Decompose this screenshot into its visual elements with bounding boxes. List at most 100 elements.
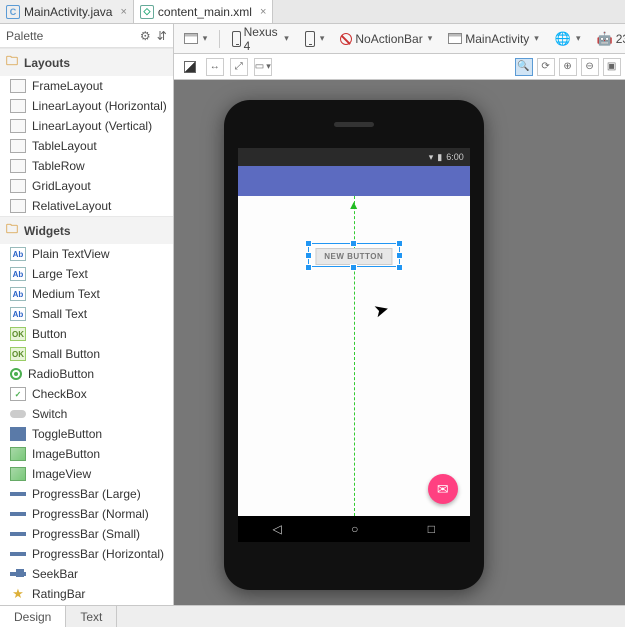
device-dropdown[interactable]: Nexus 4 [228, 24, 293, 55]
bar-icon [10, 492, 26, 496]
back-icon[interactable]: ◁ [272, 522, 281, 536]
palette-item[interactable]: ImageView [0, 464, 173, 484]
palette-item[interactable]: AbMedium Text [0, 284, 173, 304]
zoom-out-button[interactable]: ⊖ [581, 58, 599, 76]
palette-item[interactable]: AbSmall Text [0, 304, 173, 324]
palette-item-label: ProgressBar (Small) [32, 527, 140, 541]
ok-icon: OK [10, 327, 26, 341]
switch-icon [10, 410, 26, 418]
constraint-arrow-icon: ▲ [348, 198, 360, 212]
tab-design[interactable]: Design [0, 606, 66, 627]
zoom-in-button[interactable]: ⊕ [559, 58, 577, 76]
resize-handle[interactable] [396, 252, 403, 259]
palette-item[interactable]: ProgressBar (Small) [0, 524, 173, 544]
palette-item[interactable]: LinearLayout (Horizontal) [0, 96, 173, 116]
options-dropdown[interactable]: ▭ [254, 58, 272, 76]
palette-item-label: ImageButton [32, 447, 100, 461]
java-file-icon: C [6, 5, 20, 19]
resize-handle[interactable] [350, 264, 357, 271]
home-icon[interactable]: ○ [351, 522, 358, 536]
screenshot-button[interactable]: ▣ [603, 58, 621, 76]
palette-item[interactable]: OK Button [0, 324, 173, 344]
placed-button-widget[interactable]: NEW BUTTON [315, 248, 392, 265]
palette-item[interactable]: ProgressBar (Large) [0, 484, 173, 504]
palette-item[interactable]: SeekBar [0, 564, 173, 584]
android-nav-bar: ◁ ○ □ [238, 516, 470, 542]
mouse-cursor-icon: ➤ [371, 298, 391, 322]
folder-icon: 🗀 [6, 220, 18, 241]
palette-item[interactable]: ToggleButton [0, 424, 173, 444]
editor-file-tabs: C MainActivity.java × ◇ content_main.xml… [0, 0, 625, 24]
palette-header: Palette ⚙ ⇵ [0, 24, 173, 48]
file-tab-label: MainActivity.java [24, 5, 112, 19]
noactionbar-icon [340, 33, 352, 45]
status-time: 6:00 [446, 152, 464, 162]
tab-text[interactable]: Text [66, 606, 117, 627]
resize-handle[interactable] [305, 240, 312, 247]
resize-handle[interactable] [305, 264, 312, 271]
floating-action-button[interactable]: ✉ [428, 474, 458, 504]
bar-icon [10, 532, 26, 536]
palette-item-label: LinearLayout (Vertical) [32, 119, 152, 133]
palette-item[interactable]: RelativeLayout [0, 196, 173, 216]
palette-item[interactable]: OKSmall Button [0, 344, 173, 364]
recents-icon[interactable]: □ [428, 522, 435, 536]
palette-item-label: GridLayout [32, 179, 91, 193]
expand-button[interactable]: ⤢ [230, 58, 248, 76]
palette-item-label: Button [32, 327, 67, 341]
palette-item[interactable]: Switch [0, 404, 173, 424]
resize-handle[interactable] [350, 240, 357, 247]
wifi-icon: ▾ [429, 152, 434, 163]
zoom-fit-button[interactable]: 🔍 [515, 58, 533, 76]
api-label: 23 [616, 32, 625, 46]
activity-dropdown[interactable]: MainActivity [444, 30, 543, 48]
img-icon [10, 447, 26, 461]
folder-icon: 🗀 [6, 52, 18, 73]
resize-handle[interactable] [396, 264, 403, 271]
palette-item[interactable]: AbPlain TextView [0, 244, 173, 264]
locale-dropdown[interactable]: 🌐 [551, 29, 585, 49]
palette-category-header[interactable]: 🗀 Widgets [0, 216, 173, 244]
device-label: Nexus 4 [244, 25, 280, 53]
resize-handle[interactable] [305, 252, 312, 259]
device-frame: ▾ ▮ 6:00 ▲ NEW BUTTON [224, 100, 484, 590]
file-tab-label: content_main.xml [158, 5, 252, 19]
refresh-button[interactable]: ⟳ [537, 58, 555, 76]
close-icon[interactable]: × [120, 6, 126, 18]
design-surface-dropdown[interactable] [180, 31, 212, 46]
theme-variant-button[interactable] [180, 59, 200, 75]
design-toolbar: Nexus 4 NoActionBar MainActivity 🌐 🤖23 [174, 24, 625, 54]
orientation-dropdown[interactable] [301, 29, 329, 49]
bar-icon [10, 512, 26, 516]
palette-item[interactable]: AbLarge Text [0, 264, 173, 284]
palette-category-header[interactable]: 🗀Layouts [0, 48, 173, 76]
palette-item[interactable]: TableRow [0, 156, 173, 176]
palette-item[interactable]: TableLayout [0, 136, 173, 156]
file-tab-contentmain[interactable]: ◇ content_main.xml × [134, 0, 273, 23]
category-label: Widgets [24, 224, 71, 238]
palette-item[interactable]: ✓CheckBox [0, 384, 173, 404]
options-icon[interactable]: ⇵ [157, 29, 167, 43]
resize-handle[interactable] [396, 240, 403, 247]
api-dropdown[interactable]: 🤖23 [593, 29, 625, 49]
app-content[interactable]: ▲ NEW BUTTON ➤ [238, 196, 470, 516]
palette-item-label: CheckBox [32, 387, 87, 401]
palette-item[interactable]: FrameLayout [0, 76, 173, 96]
align-button[interactable]: ↔ [206, 58, 224, 76]
palette-item[interactable]: LinearLayout (Vertical) [0, 116, 173, 136]
gear-icon[interactable]: ⚙ [140, 29, 151, 43]
palette-item[interactable]: RadioButton [0, 364, 173, 384]
activity-icon [448, 33, 462, 44]
file-tab-mainactivity[interactable]: C MainActivity.java × [0, 0, 134, 23]
theme-dropdown[interactable]: NoActionBar [336, 30, 436, 48]
palette-item-label: TableLayout [32, 139, 97, 153]
close-icon[interactable]: × [260, 6, 266, 18]
design-canvas[interactable]: ▾ ▮ 6:00 ▲ NEW BUTTON [174, 80, 625, 605]
palette-item[interactable]: RatingBar [0, 584, 173, 604]
palette-item[interactable]: GridLayout [0, 176, 173, 196]
device-screen: ▾ ▮ 6:00 ▲ NEW BUTTON [238, 148, 470, 542]
palette-item[interactable]: ProgressBar (Horizontal) [0, 544, 173, 564]
palette-item[interactable]: ProgressBar (Normal) [0, 504, 173, 524]
ab-icon: Ab [10, 267, 26, 281]
palette-item[interactable]: ImageButton [0, 444, 173, 464]
